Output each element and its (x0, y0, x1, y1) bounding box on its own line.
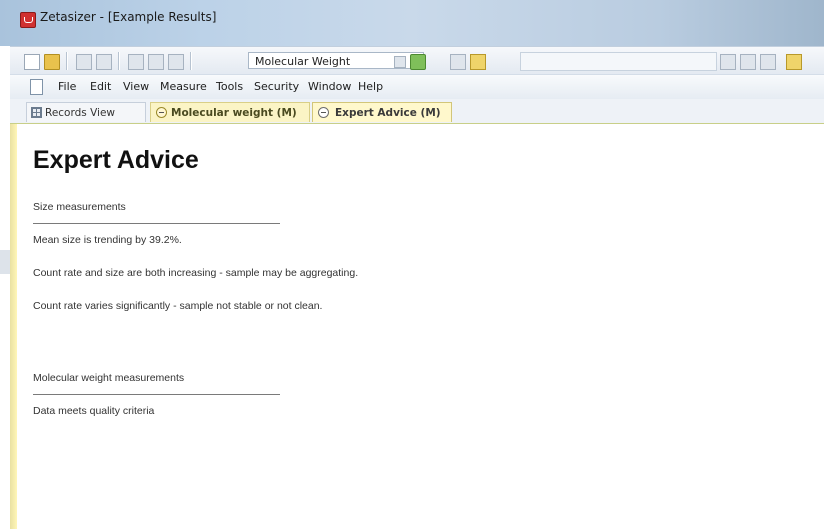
cut-icon[interactable] (128, 54, 144, 70)
mw-result-icon (156, 107, 167, 118)
document-tabs: Records View Molecular weight (M) Expert… (10, 99, 824, 124)
menu-help[interactable]: Help (358, 80, 383, 93)
menu-file[interactable]: File (58, 80, 76, 93)
menu-window[interactable]: Window (308, 80, 351, 93)
size-message: Count rate varies significantly - sample… (33, 300, 323, 312)
expert-advice-icon (318, 107, 329, 118)
page-title: Expert Advice (33, 146, 199, 174)
size-section-title: Size measurements (33, 201, 126, 213)
size-section-divider (33, 223, 280, 224)
menu-edit[interactable]: Edit (90, 80, 111, 93)
open-folder-icon[interactable] (44, 54, 60, 70)
document-menu-icon[interactable] (30, 79, 43, 95)
menu-view[interactable]: View (123, 80, 149, 93)
paste-icon[interactable] (168, 54, 184, 70)
new-document-icon[interactable] (24, 54, 40, 70)
combo-dropdown-icon[interactable] (394, 56, 406, 68)
menu-bar: File Edit View Measure Tools Security Wi… (10, 74, 824, 100)
tab-molecular-weight[interactable]: Molecular weight (M) (150, 102, 310, 122)
tab-label: Expert Advice (M) (335, 107, 441, 119)
print-icon[interactable] (76, 54, 92, 70)
tab-label: Molecular weight (M) (171, 107, 297, 119)
tab-records-view[interactable]: Records View (26, 102, 146, 122)
chart-icon[interactable] (450, 54, 466, 70)
print-preview-icon[interactable] (96, 54, 112, 70)
size-message: Mean size is trending by 39.2%. (33, 234, 182, 246)
toolbar-separator (66, 52, 68, 70)
grid-icon (31, 107, 42, 118)
size-message: Count rate and size are both increasing … (33, 267, 359, 279)
window-title: Zetasizer - [Example Results] (40, 10, 217, 24)
analysis-type-value: Molecular Weight (255, 55, 351, 68)
toolbar: Molecular Weight (10, 46, 824, 75)
mw-section-title: Molecular weight measurements (33, 372, 185, 384)
left-edge-marker (0, 250, 10, 274)
menu-measure[interactable]: Measure (160, 80, 207, 93)
copy-icon[interactable] (148, 54, 164, 70)
title-bar: Zetasizer - [Example Results] (0, 0, 824, 46)
menu-security[interactable]: Security (254, 80, 299, 93)
menu-tools[interactable]: Tools (216, 80, 243, 93)
report-left-border (10, 124, 17, 529)
zetasizer-app-icon (20, 12, 36, 28)
mw-section-divider (33, 394, 280, 395)
play-icon[interactable] (740, 54, 756, 70)
tab-expert-advice[interactable]: Expert Advice (M) (312, 102, 452, 122)
measure-icon[interactable] (786, 54, 802, 70)
export-icon[interactable] (470, 54, 486, 70)
navigate-back-icon[interactable] (720, 54, 736, 70)
mw-message: Data meets quality criteria (33, 405, 155, 417)
tab-label: Records View (45, 107, 116, 119)
report-content (10, 124, 824, 529)
stop-icon[interactable] (760, 54, 776, 70)
toolbar-search-field[interactable] (520, 52, 717, 71)
report-icon[interactable] (410, 54, 426, 70)
toolbar-separator (190, 52, 192, 70)
toolbar-separator (118, 52, 120, 70)
